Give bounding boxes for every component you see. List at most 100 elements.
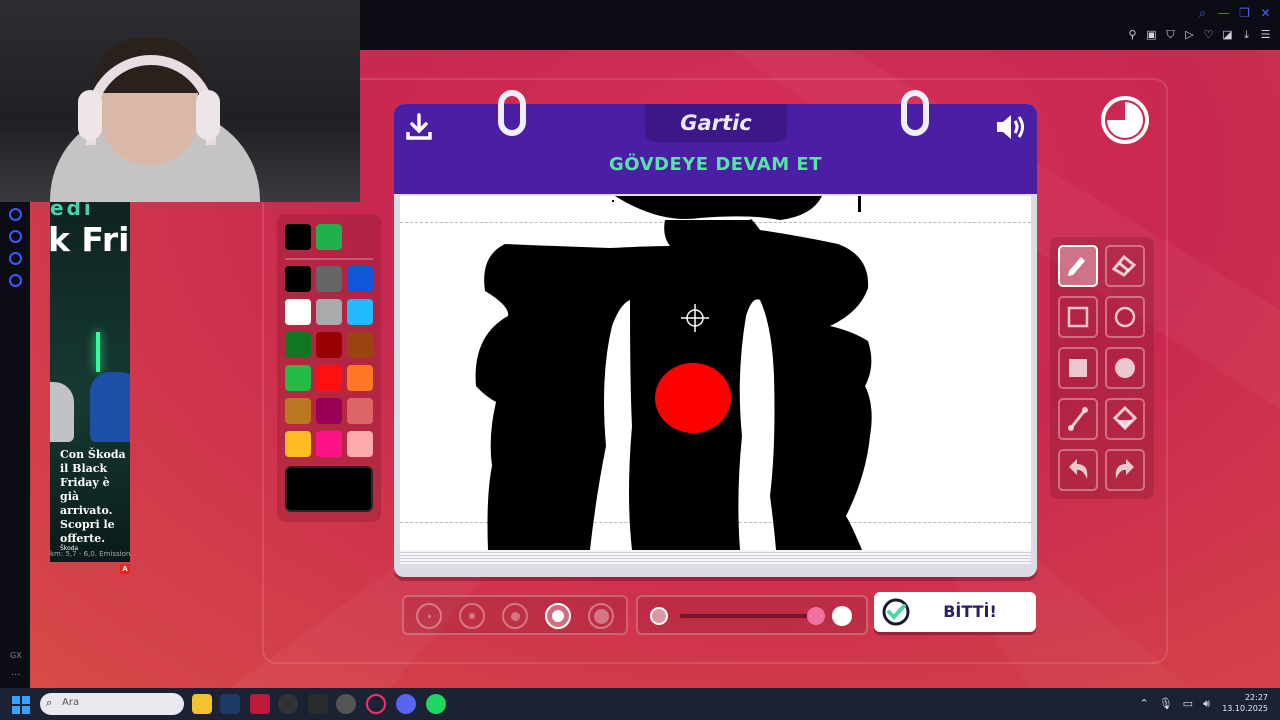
profile-icon[interactable]: ◪ [1221, 28, 1234, 42]
color-swatch[interactable] [347, 398, 373, 424]
ad-body: Con Škoda il Black Friday è già arrivato… [60, 448, 126, 545]
circle-filled-icon [1115, 358, 1135, 378]
timer [1100, 95, 1150, 145]
check-icon [882, 598, 910, 626]
color-swatch[interactable] [285, 398, 311, 424]
fill-bucket-icon [1112, 405, 1138, 431]
taskbar-search[interactable]: ⌕ Ara [40, 693, 184, 715]
brush-size-option[interactable] [502, 603, 528, 629]
tool-rectangle-outline[interactable] [1058, 296, 1098, 338]
opacity-handle[interactable] [807, 607, 825, 625]
brush-size-dot [510, 611, 520, 621]
eraser-icon [1111, 254, 1137, 277]
settings-icon[interactable] [9, 274, 22, 287]
app-icon-x[interactable] [250, 694, 270, 714]
opera-gx-icon[interactable] [366, 694, 386, 714]
app-icon-circle[interactable] [336, 694, 356, 714]
more-icon[interactable]: ... [11, 667, 21, 678]
heart-icon[interactable]: ♡ [1202, 28, 1215, 42]
chevron-up-icon[interactable]: ⌃ [1139, 697, 1148, 711]
taskbar-clock[interactable]: 22:27 13.10.2025 [1222, 692, 1268, 714]
done-button[interactable]: BİTTİ! [874, 592, 1036, 632]
tool-fill-bucket[interactable] [1105, 398, 1145, 440]
history-icon[interactable] [9, 230, 22, 243]
snapshot-icon[interactable]: ▣ [1145, 28, 1158, 42]
minimize-icon[interactable]: — [1217, 6, 1230, 21]
discord-icon[interactable] [396, 694, 416, 714]
notebook-pages [400, 550, 1031, 564]
brush-size-dot [469, 613, 475, 619]
color-swatch[interactable] [347, 332, 373, 358]
tool-undo[interactable] [1058, 449, 1098, 491]
brush-size-selector [402, 595, 628, 635]
color-swatch[interactable] [316, 431, 342, 457]
file-explorer-icon[interactable] [192, 694, 212, 714]
tool-eraser[interactable] [1105, 245, 1145, 287]
selected-color-swatch[interactable] [316, 224, 342, 250]
brush-size-option[interactable] [545, 603, 571, 629]
windows-start-icon[interactable] [12, 696, 30, 714]
color-swatch[interactable] [316, 332, 342, 358]
opacity-slider[interactable] [636, 595, 868, 635]
download-icon[interactable]: ⤓ [1240, 28, 1253, 42]
menu-icon[interactable]: ☰ [1259, 28, 1272, 42]
tool-line[interactable] [1058, 398, 1098, 440]
ad-choices-icon[interactable]: A [120, 564, 130, 574]
selected-color-swatch[interactable] [285, 224, 311, 250]
tool-circle-outline[interactable] [1105, 296, 1145, 338]
color-swatch[interactable] [347, 365, 373, 391]
restore-icon[interactable]: ❐ [1238, 6, 1251, 21]
color-swatch[interactable] [347, 431, 373, 457]
player-icon[interactable] [9, 208, 22, 221]
download-icon [406, 113, 432, 140]
color-swatch[interactable] [285, 365, 311, 391]
tool-rectangle-filled[interactable] [1058, 347, 1098, 389]
display-icon[interactable]: ▭ [1183, 697, 1193, 711]
clock-date: 13.10.2025 [1222, 704, 1268, 713]
play-icon[interactable]: ▷ [1183, 28, 1196, 42]
done-label: BİTTİ! [943, 602, 997, 621]
color-swatch[interactable] [316, 266, 342, 292]
tool-pencil[interactable] [1058, 245, 1098, 287]
window-controls: ⌕ — ❐ ✕ [1196, 6, 1272, 21]
search-icon: ⌕ [46, 696, 53, 709]
spotify-icon[interactable] [426, 694, 446, 714]
close-icon[interactable]: ✕ [1259, 6, 1272, 21]
volume-button[interactable] [993, 110, 1029, 144]
speaker-icon[interactable]: 🔊︎ [1203, 697, 1210, 711]
color-swatch[interactable] [316, 398, 342, 424]
microphone-icon[interactable]: 🎙︎ [1159, 697, 1173, 711]
tool-circle-filled[interactable] [1105, 347, 1145, 389]
drawing [475, 196, 872, 550]
tool-redo[interactable] [1105, 449, 1145, 491]
epic-games-icon[interactable] [308, 694, 328, 714]
circle-outline-icon [1114, 306, 1136, 328]
color-swatch[interactable] [285, 266, 311, 292]
gx-label: GX [10, 651, 22, 660]
color-swatch[interactable] [285, 299, 311, 325]
color-swatch[interactable] [316, 299, 342, 325]
color-swatch[interactable] [285, 332, 311, 358]
brush-size-dot [552, 610, 564, 622]
brush-size-option[interactable] [459, 603, 485, 629]
current-color [285, 466, 373, 512]
advertisement[interactable]: edi k Fri Con Škoda il Black Friday è gi… [50, 202, 130, 562]
download-button[interactable] [402, 110, 436, 144]
color-swatch[interactable] [347, 299, 373, 325]
extensions-icon[interactable] [9, 252, 22, 265]
brush-size-option[interactable] [416, 603, 442, 629]
windows-taskbar: ⌕ Ara ⌃ 🎙︎ ▭ 🔊︎ 22:27 13.10.2025 [0, 688, 1280, 720]
brush-size-option[interactable] [588, 603, 614, 629]
steam-icon[interactable] [220, 694, 240, 714]
shield-icon[interactable]: ⛉ [1164, 28, 1177, 42]
color-swatch[interactable] [347, 266, 373, 292]
opacity-min-icon [650, 607, 668, 625]
search-icon[interactable]: ⌕ [1196, 6, 1209, 21]
color-swatch[interactable] [285, 431, 311, 457]
redo-icon [1115, 459, 1134, 479]
pin-icon[interactable]: ⚲ [1126, 28, 1139, 42]
app-icon-dark[interactable] [278, 694, 298, 714]
drawing-canvas[interactable] [400, 196, 1031, 550]
instruction-title: GÖVDEYE DEVAM ET [609, 154, 822, 175]
color-swatch[interactable] [316, 365, 342, 391]
